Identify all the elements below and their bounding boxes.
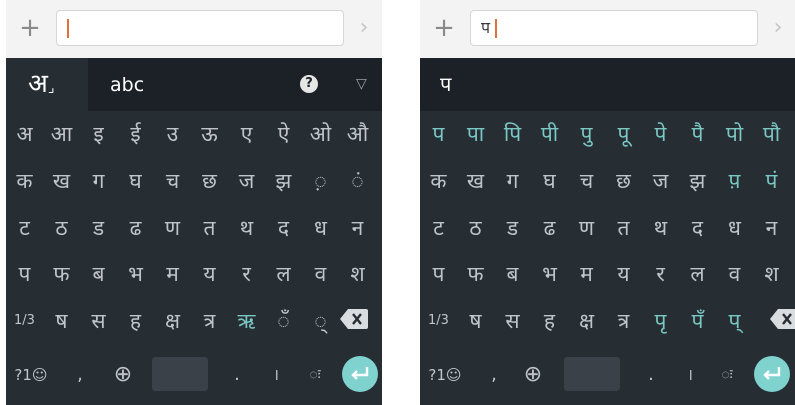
danda-key[interactable]: ।	[268, 346, 284, 404]
collapse-keyboard-icon[interactable]: ▽	[356, 72, 367, 96]
key-right-r5-c8[interactable]: पँ	[679, 292, 716, 350]
period-key[interactable]: .	[642, 346, 660, 404]
enter-button[interactable]	[342, 356, 378, 392]
send-button[interactable]: ›	[766, 14, 790, 42]
language-latin-button[interactable]: abc	[110, 73, 144, 97]
backspace-icon[interactable]	[770, 308, 795, 330]
candidate-bar: प	[420, 58, 795, 111]
visarga-key[interactable]: ◌ः	[714, 346, 740, 404]
input-bar: + प ›	[420, 0, 795, 58]
period-key[interactable]: .	[228, 346, 246, 404]
language-hindi-label: अ	[28, 69, 48, 99]
danda-key[interactable]: ।	[682, 346, 698, 404]
input-bar: + ›	[6, 0, 382, 58]
key-right-r5-c5[interactable]: क्ष	[568, 292, 605, 350]
key-left-r5-c3[interactable]: स	[80, 292, 117, 350]
add-button[interactable]: +	[18, 14, 42, 42]
add-button[interactable]: +	[432, 14, 456, 42]
key-left-r5-c5[interactable]: क्ष	[154, 292, 191, 350]
visarga-key[interactable]: ◌ः	[302, 346, 328, 404]
comma-key[interactable]: ,	[486, 346, 502, 404]
key-left-r5-c6[interactable]: त्र	[191, 292, 228, 350]
key-left-r4-c10[interactable]: श	[339, 245, 376, 303]
key-left-r5-c2[interactable]: ष	[43, 292, 80, 350]
send-button[interactable]: ›	[352, 14, 376, 42]
key-left-r5-c8[interactable]: ◌ँ	[265, 292, 302, 350]
key-right-r4-c10[interactable]: श	[753, 245, 790, 303]
space-key[interactable]	[564, 357, 620, 391]
text-cursor	[67, 19, 69, 38]
enter-icon	[351, 367, 369, 380]
key-right-r5-c2[interactable]: ष	[457, 292, 494, 350]
enter-icon	[763, 367, 781, 380]
keyboard-panel-right: + प › प प पा पि पी पु पू पे पै पो पौ क ख ग घ च छ ज झ प़ पं ट…	[420, 0, 795, 405]
backspace-icon[interactable]	[340, 308, 368, 330]
key-left-r5-c9[interactable]: ◌्	[302, 292, 339, 350]
text-cursor	[495, 19, 497, 38]
enter-button[interactable]	[754, 356, 790, 392]
key-right-r5-c3[interactable]: स	[494, 292, 531, 350]
key-right-r5-c4[interactable]: ह	[531, 292, 568, 350]
key-right-r5-c6[interactable]: त्र	[605, 292, 642, 350]
language-hindi-button[interactable]: अ⌟	[6, 58, 88, 111]
key-right-r5-c7[interactable]: पृ	[642, 292, 679, 350]
candidate-suggestion[interactable]: प	[440, 71, 451, 97]
message-input[interactable]	[56, 10, 344, 46]
key-right-r5-c1[interactable]: 1/3	[420, 292, 457, 350]
candidate-bar: अ⌟ abc ? ▽	[6, 58, 382, 111]
symbols-key[interactable]: ?1☺	[424, 346, 466, 404]
symbols-key[interactable]: ?1☺	[10, 346, 52, 404]
key-right-r5-c9[interactable]: प्	[716, 292, 753, 350]
help-icon[interactable]: ?	[300, 75, 318, 93]
key-left-r5-c7[interactable]: ऋ	[228, 292, 265, 350]
globe-icon[interactable]: ⊕	[520, 346, 546, 404]
comma-key[interactable]: ,	[72, 346, 88, 404]
keyboard-panel-left: + › अ⌟ abc ? ▽ अ आ इ ई उ ऊ ए ऐ ओ औ क ख ग घ च छ ज झ ◌़ ◌ं ट ठ ड…	[6, 0, 382, 405]
input-text: प	[481, 18, 491, 37]
language-mark: ⌟	[47, 80, 55, 96]
globe-icon[interactable]: ⊕	[110, 346, 136, 404]
message-input[interactable]: प	[470, 10, 758, 46]
key-left-r5-c4[interactable]: ह	[117, 292, 154, 350]
space-key[interactable]	[152, 357, 208, 391]
key-left-r5-c1[interactable]: 1/3	[6, 292, 43, 350]
